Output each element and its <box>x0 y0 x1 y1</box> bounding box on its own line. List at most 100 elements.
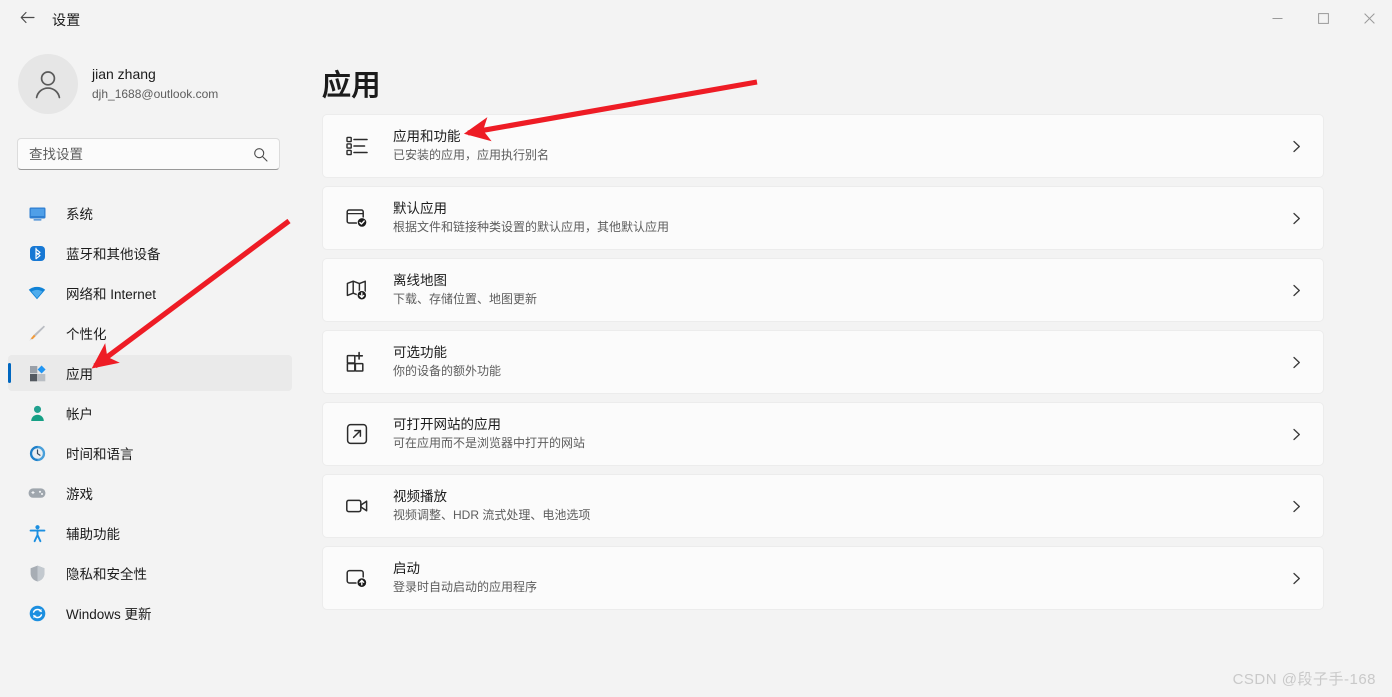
chevron-right-icon <box>1290 500 1303 513</box>
profile-text: jian zhang djh_1688@outlook.com <box>92 65 218 103</box>
chevron-right-icon <box>1290 428 1303 441</box>
card-text: 离线地图 下载、存储位置、地图更新 <box>393 272 1290 308</box>
startup-up-arrow-icon <box>342 566 372 590</box>
account-person-icon <box>26 402 48 424</box>
profile-email: djh_1688@outlook.com <box>92 87 219 101</box>
minimize-icon <box>1272 11 1283 29</box>
back-button[interactable] <box>10 5 44 35</box>
sidebar-nav: 系统 蓝牙和其他设备 网络和 Internet 个性化 应用 帐户 时间和语言 … <box>8 195 292 635</box>
sidebar-item-network-internet[interactable]: 网络和 Internet <box>8 275 292 311</box>
update-refresh-icon <box>26 602 48 624</box>
offline-map-download-icon <box>342 278 372 302</box>
sidebar: jian zhang djh_1688@outlook.com 查找设置 系统 … <box>0 40 300 697</box>
card-title: 应用和功能 <box>393 129 461 144</box>
shield-icon <box>26 562 48 584</box>
card-apps-for-websites[interactable]: 可打开网站的应用 可在应用而不是浏览器中打开的网站 <box>322 402 1324 466</box>
card-startup[interactable]: 启动 登录时自动启动的应用程序 <box>322 546 1324 610</box>
card-text: 视频播放 视频调整、HDR 流式处理、电池选项 <box>393 488 1290 524</box>
settings-window: 设置 jian zhang djh_1688@outlook.com 查找设置 … <box>0 0 1392 697</box>
sidebar-item-personalization[interactable]: 个性化 <box>8 315 292 351</box>
sidebar-item-gaming[interactable]: 游戏 <box>8 475 292 511</box>
sidebar-item-label: 辅助功能 <box>66 527 120 542</box>
window-caption-buttons <box>1254 0 1392 40</box>
chevron-right-icon <box>1290 572 1303 585</box>
chevron-right-icon <box>1290 284 1303 297</box>
sidebar-item-system[interactable]: 系统 <box>8 195 292 231</box>
card-video-playback[interactable]: 视频播放 视频调整、HDR 流式处理、电池选项 <box>322 474 1324 538</box>
card-subtitle: 你的设备的额外功能 <box>393 364 502 378</box>
user-profile[interactable]: jian zhang djh_1688@outlook.com <box>18 53 300 115</box>
gamepad-icon <box>26 482 48 504</box>
profile-name: jian zhang <box>92 66 156 82</box>
card-default-apps[interactable]: 默认应用 根据文件和链接种类设置的默认应用，其他默认应用 <box>322 186 1324 250</box>
card-title: 离线地图 <box>393 273 447 288</box>
chevron-right-icon <box>1290 140 1303 153</box>
card-subtitle: 视频调整、HDR 流式处理、电池选项 <box>393 508 591 522</box>
open-website-external-icon <box>342 422 372 446</box>
card-subtitle: 已安装的应用，应用执行别名 <box>393 148 550 162</box>
default-app-check-icon <box>342 206 372 230</box>
card-title: 可打开网站的应用 <box>393 417 501 432</box>
close-button[interactable] <box>1346 0 1392 40</box>
monitor-icon <box>26 202 48 224</box>
window-title: 设置 <box>52 12 81 28</box>
maximize-icon <box>1317 11 1329 29</box>
sidebar-item-windows-update[interactable]: Windows 更新 <box>8 595 292 631</box>
minimize-button[interactable] <box>1254 0 1300 40</box>
card-title: 启动 <box>393 561 420 576</box>
card-text: 可选功能 你的设备的额外功能 <box>393 344 1290 380</box>
sidebar-item-accounts[interactable]: 帐户 <box>8 395 292 431</box>
card-title: 可选功能 <box>393 345 447 360</box>
title-bar: 设置 <box>0 0 1392 40</box>
sidebar-item-label: 个性化 <box>66 327 107 342</box>
sidebar-item-label: Windows 更新 <box>66 607 152 622</box>
maximize-button[interactable] <box>1300 0 1346 40</box>
card-subtitle: 下载、存储位置、地图更新 <box>393 292 538 306</box>
sidebar-item-label: 隐私和安全性 <box>66 567 147 582</box>
search-box[interactable] <box>17 138 280 170</box>
sidebar-item-bluetooth-devices[interactable]: 蓝牙和其他设备 <box>8 235 292 271</box>
card-subtitle: 登录时自动启动的应用程序 <box>393 580 538 594</box>
sidebar-item-label: 时间和语言 <box>66 447 134 462</box>
card-text: 可打开网站的应用 可在应用而不是浏览器中打开的网站 <box>393 416 1290 452</box>
apps-grid-icon <box>26 362 48 384</box>
sidebar-item-time-language[interactable]: 时间和语言 <box>8 435 292 471</box>
wifi-icon <box>26 282 48 304</box>
card-title: 默认应用 <box>393 201 447 216</box>
chevron-right-icon <box>1290 212 1303 225</box>
card-text: 应用和功能 已安装的应用，应用执行别名 <box>393 128 1290 164</box>
sidebar-item-label: 帐户 <box>66 407 93 422</box>
accessibility-person-icon <box>26 522 48 544</box>
card-optional-features[interactable]: 可选功能 你的设备的额外功能 <box>322 330 1324 394</box>
sidebar-item-apps[interactable]: 应用 <box>8 355 292 391</box>
card-offline-maps[interactable]: 离线地图 下载、存储位置、地图更新 <box>322 258 1324 322</box>
card-subtitle: 可在应用而不是浏览器中打开的网站 <box>393 436 586 450</box>
app-list-icon <box>342 134 372 158</box>
sidebar-item-accessibility[interactable]: 辅助功能 <box>8 515 292 551</box>
sidebar-item-label: 游戏 <box>66 487 93 502</box>
card-apps-and-features[interactable]: 应用和功能 已安装的应用，应用执行别名 <box>322 114 1324 178</box>
card-subtitle: 根据文件和链接种类设置的默认应用，其他默认应用 <box>393 220 670 234</box>
settings-card-list: 应用和功能 已安装的应用，应用执行别名 默认应用 根据文件和链接种类设置的默认应… <box>322 114 1324 618</box>
back-arrow-icon <box>19 9 36 31</box>
sidebar-item-label: 系统 <box>66 207 93 222</box>
main-content: 应用 应用和功能 已安装的应用，应用执行别名 默认应用 根据文件和链接种类设置的… <box>300 40 1392 697</box>
card-text: 启动 登录时自动启动的应用程序 <box>393 560 1290 596</box>
sidebar-item-label: 网络和 Internet <box>66 287 157 302</box>
avatar <box>18 54 78 114</box>
video-camera-icon <box>342 494 372 518</box>
close-icon <box>1363 11 1375 29</box>
person-avatar-icon <box>35 71 61 99</box>
sidebar-item-label: 蓝牙和其他设备 <box>66 247 161 262</box>
search-icon[interactable] <box>253 147 268 162</box>
paintbrush-icon <box>26 322 48 344</box>
page-title: 应用 <box>322 70 382 102</box>
search-input[interactable] <box>18 146 253 162</box>
clock-globe-icon <box>26 442 48 464</box>
sidebar-item-label: 应用 <box>66 367 93 382</box>
watermark: CSDN @段子手-168 <box>1232 671 1376 688</box>
card-title: 视频播放 <box>393 489 447 504</box>
bluetooth-icon <box>26 242 48 264</box>
chevron-right-icon <box>1290 356 1303 369</box>
sidebar-item-privacy-security[interactable]: 隐私和安全性 <box>8 555 292 591</box>
